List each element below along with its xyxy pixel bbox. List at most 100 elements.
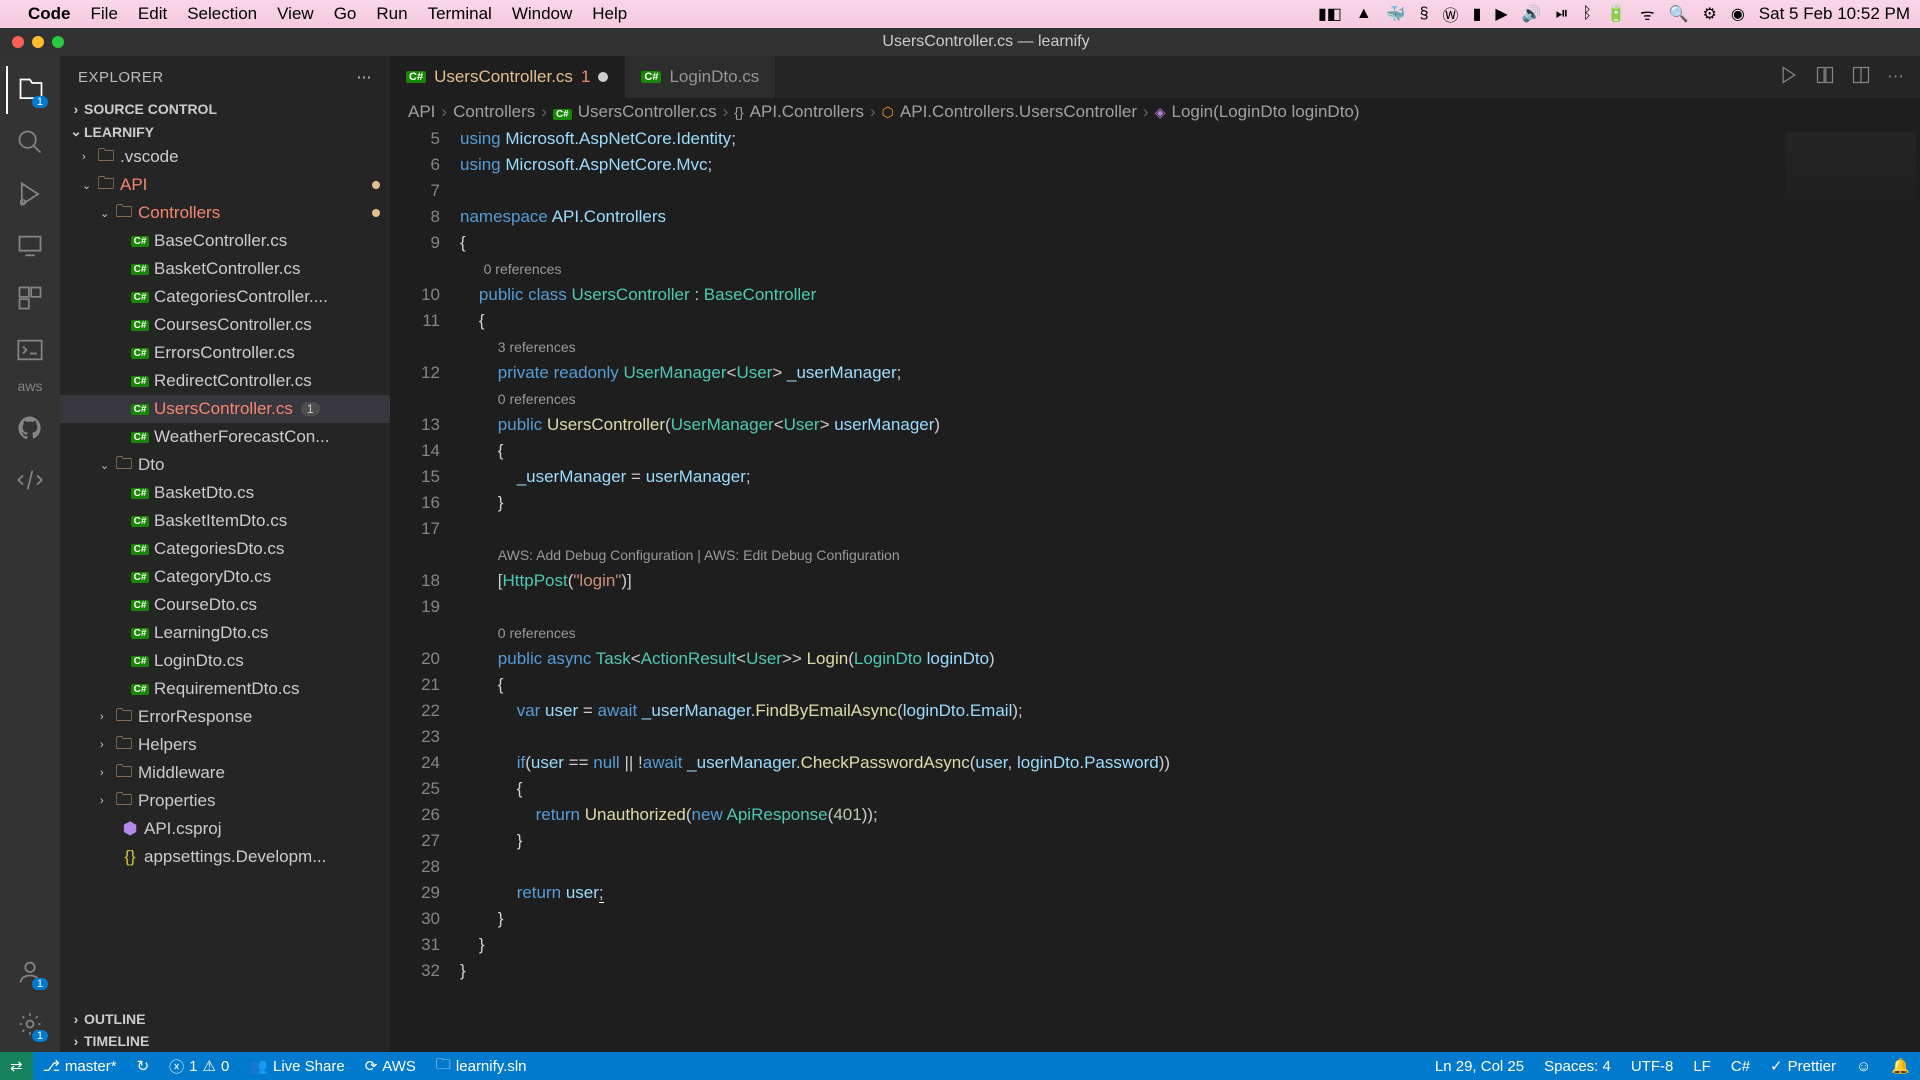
menu-go[interactable]: Go <box>334 4 357 24</box>
bluetooth-icon[interactable]: ᛒ <box>1582 5 1592 23</box>
search-icon[interactable]: 🔍 <box>1669 4 1689 24</box>
indentation[interactable]: Spaces: 4 <box>1534 1052 1621 1080</box>
battery-icon[interactable]: 🔋 <box>1606 4 1626 24</box>
video-icon[interactable]: ⏯ <box>1556 5 1569 23</box>
file-basketdto[interactable]: C#BasketDto.cs <box>60 479 390 507</box>
more-actions-icon[interactable]: ⋯ <box>1887 67 1904 87</box>
menu-selection[interactable]: Selection <box>187 4 257 24</box>
menu-file[interactable]: File <box>91 4 118 24</box>
file-categorydto[interactable]: C#CategoryDto.cs <box>60 563 390 591</box>
volume-icon[interactable]: 🔊 <box>1522 4 1542 24</box>
close-window-button[interactable] <box>12 36 24 48</box>
file-categoriescontroller[interactable]: C#CategoriesController.... <box>60 283 390 311</box>
eol[interactable]: LF <box>1683 1052 1721 1080</box>
wifi-icon[interactable]: ᯤ <box>1640 3 1655 25</box>
folder-vscode[interactable]: ›🗀.vscode <box>60 143 390 171</box>
feedback-icon[interactable]: ☺ <box>1846 1052 1881 1080</box>
unsaved-indicator <box>598 72 608 82</box>
minimize-window-button[interactable] <box>32 36 44 48</box>
problems[interactable]: ⓧ1⚠0 <box>159 1052 239 1080</box>
git-sync[interactable]: ↻ <box>127 1052 160 1080</box>
extensions-icon[interactable] <box>6 274 54 322</box>
folder-properties[interactable]: ›🗀Properties <box>60 787 390 815</box>
clock[interactable]: Sat 5 Feb 10:52 PM <box>1759 4 1910 24</box>
settings-icon[interactable]: 1 <box>6 1000 54 1048</box>
accounts-icon[interactable]: 1 <box>6 948 54 996</box>
terminal-icon[interactable] <box>6 326 54 374</box>
file-weatherforecast[interactable]: C#WeatherForecastCon... <box>60 423 390 451</box>
run-icon[interactable] <box>1779 65 1799 90</box>
control-center-icon[interactable]: ⚙ <box>1702 4 1716 24</box>
file-basecontroller[interactable]: C#BaseController.cs <box>60 227 390 255</box>
wp-icon[interactable]: Ⓦ <box>1443 2 1459 26</box>
remote-explorer-icon[interactable] <box>6 222 54 270</box>
play-icon[interactable]: ▶ <box>1495 4 1507 24</box>
section-timeline[interactable]: ›TIMELINE <box>60 1030 390 1052</box>
live-share-icon[interactable] <box>6 456 54 504</box>
alert-icon[interactable]: ▮ <box>1473 4 1482 24</box>
sidebar-more-icon[interactable]: ⋯ <box>357 68 373 86</box>
sidebar-title: EXPLORER <box>78 69 164 86</box>
file-basketcontroller[interactable]: C#BasketController.cs <box>60 255 390 283</box>
file-errorscontroller[interactable]: C#ErrorsController.cs <box>60 339 390 367</box>
cursor-position[interactable]: Ln 29, Col 25 <box>1425 1052 1534 1080</box>
minimap[interactable] <box>1780 126 1920 1052</box>
diff-icon[interactable] <box>1815 65 1835 90</box>
file-apicsproj[interactable]: ⬢API.csproj <box>60 815 390 843</box>
explorer-icon[interactable]: 1 <box>6 66 54 114</box>
menu-view[interactable]: View <box>277 4 314 24</box>
file-coursescontroller[interactable]: C#CoursesController.cs <box>60 311 390 339</box>
facetime-icon[interactable]: ▮◧ <box>1318 4 1342 24</box>
tab-userscontroller[interactable]: C# UsersController.cs 1 <box>390 56 625 98</box>
app-name[interactable]: Code <box>28 4 71 24</box>
menu-run[interactable]: Run <box>376 4 407 24</box>
file-learningdto[interactable]: C#LearningDto.cs <box>60 619 390 647</box>
folder-dto[interactable]: ⌄🗀Dto <box>60 451 390 479</box>
notifications-icon[interactable]: 🔔 <box>1881 1052 1920 1080</box>
live-share-status[interactable]: 👥Live Share <box>239 1052 354 1080</box>
run-debug-icon[interactable] <box>6 170 54 218</box>
encoding[interactable]: UTF-8 <box>1621 1052 1684 1080</box>
code-content[interactable]: using Microsoft.AspNetCore.Identity; usi… <box>460 126 1780 1052</box>
steam-icon[interactable]: § <box>1420 5 1429 23</box>
siri-icon[interactable]: ◉ <box>1731 4 1745 24</box>
file-userscontroller[interactable]: C#UsersController.cs1 <box>60 395 390 423</box>
prettier-status[interactable]: ✓Prettier <box>1760 1052 1846 1080</box>
aws-status[interactable]: ⟳AWS <box>355 1052 426 1080</box>
folder-middleware[interactable]: ›🗀Middleware <box>60 759 390 787</box>
github-icon[interactable] <box>6 404 54 452</box>
tab-logindto[interactable]: C# LoginDto.cs <box>625 56 776 98</box>
maximize-window-button[interactable] <box>52 36 64 48</box>
file-logindto[interactable]: C#LoginDto.cs <box>60 647 390 675</box>
menu-edit[interactable]: Edit <box>138 4 167 24</box>
folder-controllers[interactable]: ⌄🗀Controllers <box>60 199 390 227</box>
search-activity-icon[interactable] <box>6 118 54 166</box>
folder-api[interactable]: ⌄🗀API <box>60 171 390 199</box>
file-coursedto[interactable]: C#CourseDto.cs <box>60 591 390 619</box>
code-area[interactable]: 56789 1011 12 1314151617 1819 2021222324… <box>390 126 1920 1052</box>
editor-tabs: C# UsersController.cs 1 C# LoginDto.cs ⋯ <box>390 56 1920 98</box>
section-outline[interactable]: ›OUTLINE <box>60 1008 390 1030</box>
remote-indicator[interactable]: ⇄ <box>0 1052 33 1080</box>
section-project[interactable]: ⌄LEARNIFY <box>60 120 390 143</box>
aws-activity-icon[interactable]: aws <box>18 378 43 394</box>
menu-terminal[interactable]: Terminal <box>428 4 492 24</box>
docker-icon[interactable]: 🐳 <box>1386 4 1406 24</box>
breadcrumbs[interactable]: API› Controllers› C#UsersController.cs› … <box>390 98 1920 126</box>
file-requirementdto[interactable]: C#RequirementDto.cs <box>60 675 390 703</box>
menu-window[interactable]: Window <box>512 4 572 24</box>
folder-helpers[interactable]: ›🗀Helpers <box>60 731 390 759</box>
file-appsettings[interactable]: {}appsettings.Developm... <box>60 843 390 871</box>
split-icon[interactable] <box>1851 65 1871 90</box>
menu-help[interactable]: Help <box>592 4 627 24</box>
language-mode[interactable]: C# <box>1721 1052 1760 1080</box>
git-branch[interactable]: ⎇master* <box>33 1052 127 1080</box>
folder-errorresponse[interactable]: ›🗀ErrorResponse <box>60 703 390 731</box>
file-categoriesdto[interactable]: C#CategoriesDto.cs <box>60 535 390 563</box>
solution-status[interactable]: 🗀learnify.sln <box>426 1052 537 1080</box>
traffic-lights <box>12 36 64 48</box>
file-basketitemdto[interactable]: C#BasketItemDto.cs <box>60 507 390 535</box>
file-redirectcontroller[interactable]: C#RedirectController.cs <box>60 367 390 395</box>
tray-icon[interactable]: ▲ <box>1356 5 1372 23</box>
section-source-control[interactable]: ›SOURCE CONTROL <box>60 98 390 120</box>
